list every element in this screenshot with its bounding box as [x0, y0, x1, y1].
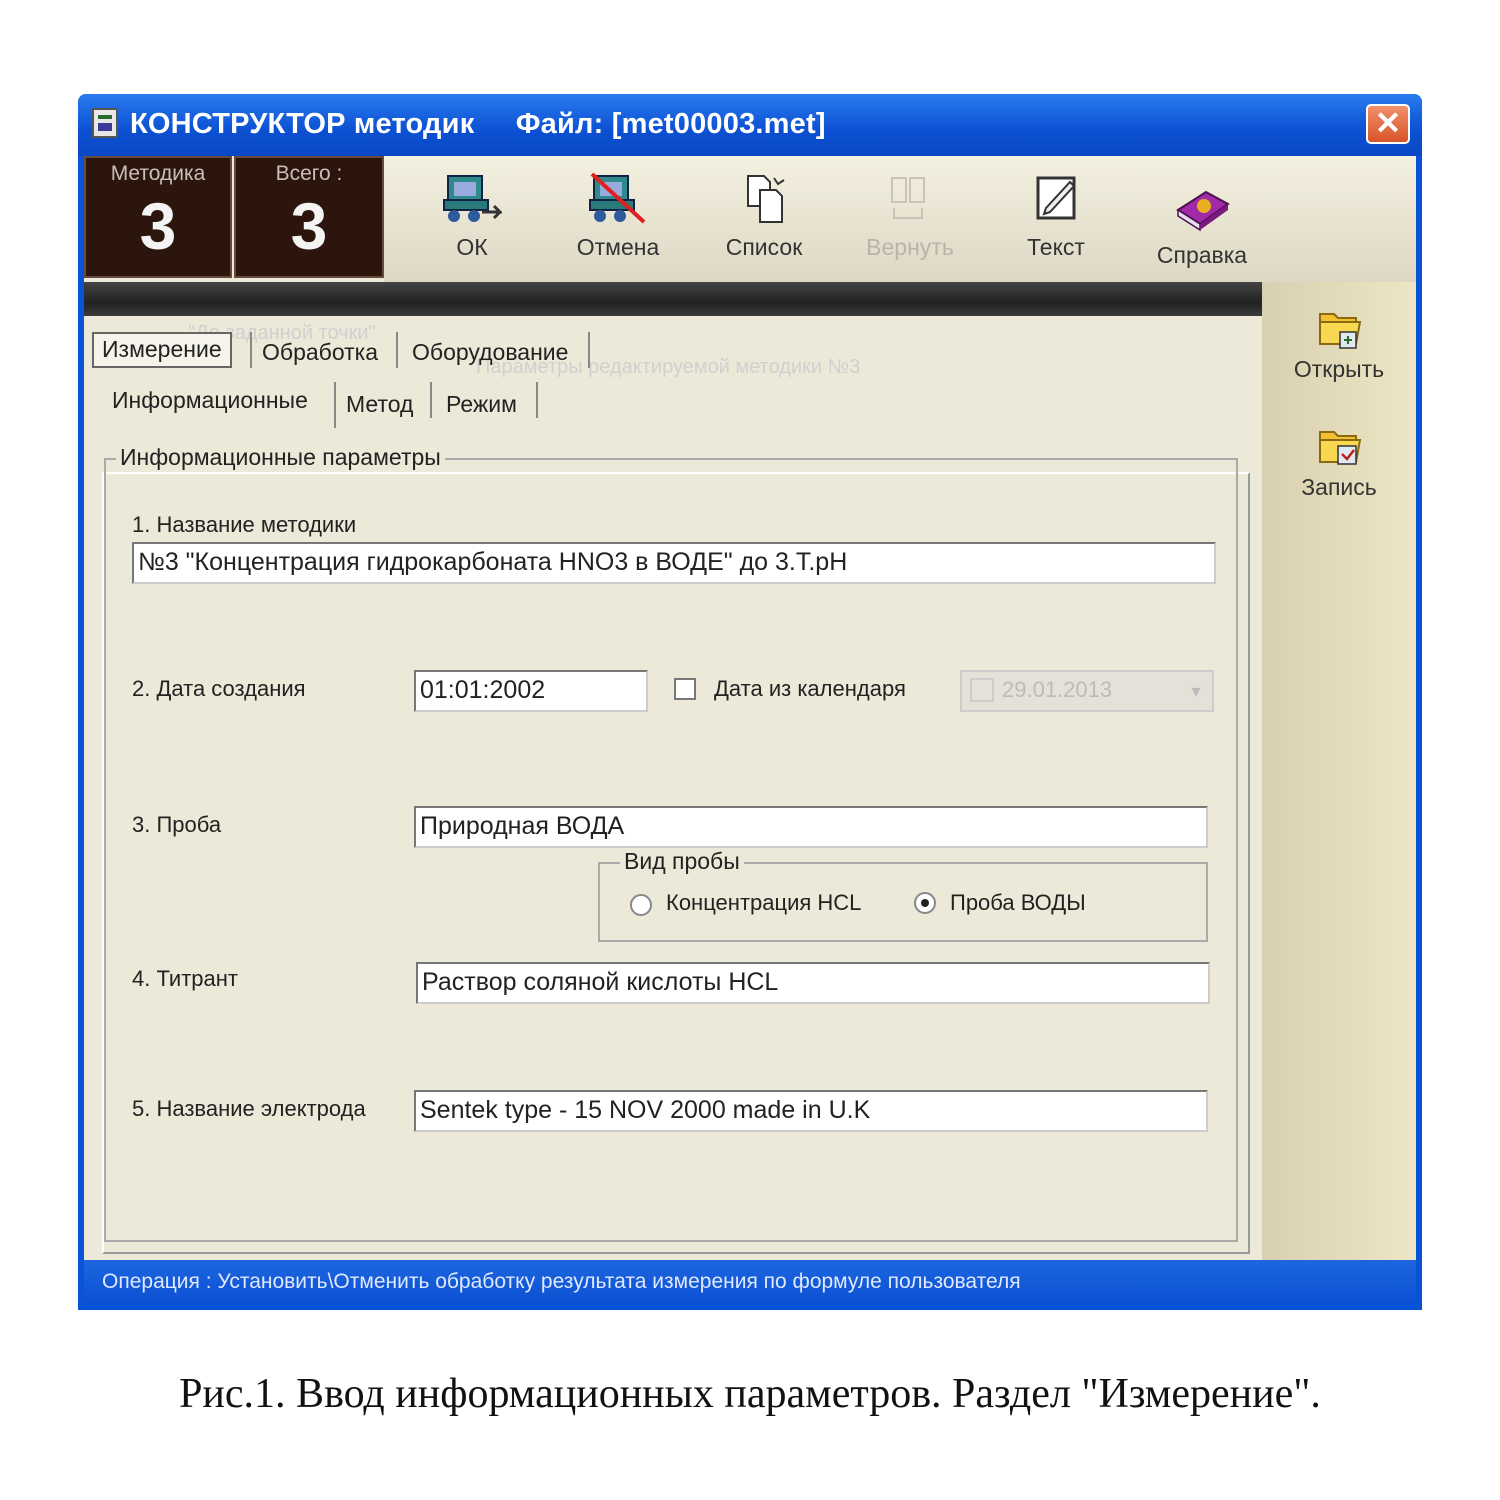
- title-bar[interactable]: КОНСТРУКТОР методик Файл: [met00003.met]…: [78, 94, 1422, 156]
- calendar-checkbox[interactable]: [674, 678, 696, 700]
- text-label: Текст: [1027, 234, 1085, 260]
- tab-info[interactable]: Информационные: [104, 382, 316, 418]
- sample-type-title: Вид пробы: [620, 848, 744, 875]
- help-book-icon: [1176, 190, 1230, 232]
- restore-button[interactable]: Вернуть: [850, 172, 970, 272]
- total-counter-value: 3: [290, 189, 328, 263]
- open-label: Открыть: [1293, 356, 1385, 382]
- tab-mode[interactable]: Режим: [438, 386, 525, 422]
- total-counter-label: Всего :: [275, 162, 343, 185]
- titrant-field[interactable]: Раствор соляной кислоты HCL: [416, 962, 1210, 1004]
- tab-separator: [536, 382, 538, 418]
- chevron-down-icon[interactable]: ▾: [1182, 674, 1210, 708]
- app-window: КОНСТРУКТОР методик Файл: [met00003.met]…: [78, 94, 1422, 1310]
- cancel-button[interactable]: Отмена: [558, 172, 678, 272]
- save-folder-icon: [1319, 431, 1362, 465]
- method-counter-value: 3: [139, 189, 177, 263]
- cancel-icon: [589, 172, 646, 224]
- radio-hcl-concentration[interactable]: [630, 894, 652, 916]
- tab-separator: [588, 332, 590, 368]
- restore-label: Вернуть: [866, 234, 954, 260]
- sample-field[interactable]: Природная ВОДА: [414, 806, 1208, 848]
- tab-separator: [250, 332, 252, 368]
- tab-method[interactable]: Метод: [338, 386, 421, 422]
- tab-processing[interactable]: Обработка: [254, 334, 386, 370]
- calendar-inner-checkbox: [970, 678, 994, 702]
- info-bar: "До заданной точки" Параметры редактируе…: [84, 282, 1262, 378]
- info-params-title: Информационные параметры: [116, 444, 445, 471]
- text-button[interactable]: Текст: [996, 172, 1116, 272]
- copy-documents-icon: [747, 175, 785, 223]
- help-label: Справка: [1156, 242, 1248, 268]
- tab-separator: [334, 382, 336, 428]
- calendar-label: Дата из календаря: [714, 676, 906, 701]
- list-label: Список: [725, 234, 803, 260]
- ok-button[interactable]: ОК: [412, 172, 532, 272]
- restore-icon: [891, 177, 925, 219]
- status-bar: Операция : Установить\Отменить обработку…: [84, 1260, 1416, 1304]
- tab-separator: [396, 332, 398, 368]
- method-counter-label: Методика: [110, 162, 206, 185]
- list-button[interactable]: Список: [704, 172, 824, 272]
- toolbar: ОК Отмена Список Вернуть Текст Справка: [384, 156, 1416, 282]
- tab-separator: [430, 382, 432, 418]
- radio-water-label: Проба ВОДЫ: [950, 890, 1086, 915]
- total-counter: Всего : 3: [234, 156, 384, 278]
- edit-icon: [1036, 176, 1076, 220]
- side-panel: Открыть Запись: [1262, 282, 1416, 1260]
- calendar-date-dropdown[interactable]: 29.01.2013: [960, 670, 1214, 712]
- help-button[interactable]: Справка: [1142, 180, 1262, 280]
- radio-hcl-label: Концентрация HCL: [666, 890, 862, 915]
- client-area: Методика 3 Всего : 3 ОК Отмена Список Ве…: [84, 156, 1416, 1260]
- radio-water-sample[interactable]: [914, 892, 936, 914]
- tab-measurement[interactable]: Измерение: [92, 332, 232, 368]
- app-icon: [92, 108, 118, 138]
- close-button[interactable]: ✕: [1366, 104, 1410, 144]
- method-counter: Методика 3: [84, 156, 232, 278]
- titrant-label: 4. Титрант: [132, 966, 238, 991]
- creation-date-field[interactable]: 01:01:2002: [414, 670, 648, 712]
- tab-equipment[interactable]: Оборудование: [404, 334, 576, 370]
- ok-icon: [443, 175, 502, 222]
- method-name-label: 1. Название методики: [132, 512, 357, 537]
- method-name-field[interactable]: №3 "Концентрация гидрокарбоната HNO3 в В…: [132, 542, 1216, 584]
- sample-label: 3. Проба: [132, 812, 222, 837]
- figure-caption: Рис.1. Ввод информационных параметров. Р…: [179, 1371, 1321, 1417]
- save-button[interactable]: Запись: [1272, 420, 1406, 520]
- open-folder-icon: [1319, 313, 1362, 349]
- electrode-field[interactable]: Sentek type - 15 NOV 2000 made in U.K: [414, 1090, 1208, 1132]
- ok-label: ОК: [456, 234, 488, 260]
- window-title: КОНСТРУКТОР методик Файл: [met00003.met]: [130, 108, 826, 140]
- save-label: Запись: [1301, 474, 1377, 500]
- electrode-label: 5. Название электрода: [132, 1096, 366, 1121]
- cancel-label: Отмена: [576, 234, 660, 260]
- creation-date-label: 2. Дата создания: [132, 676, 306, 701]
- open-button[interactable]: Открыть: [1272, 302, 1406, 402]
